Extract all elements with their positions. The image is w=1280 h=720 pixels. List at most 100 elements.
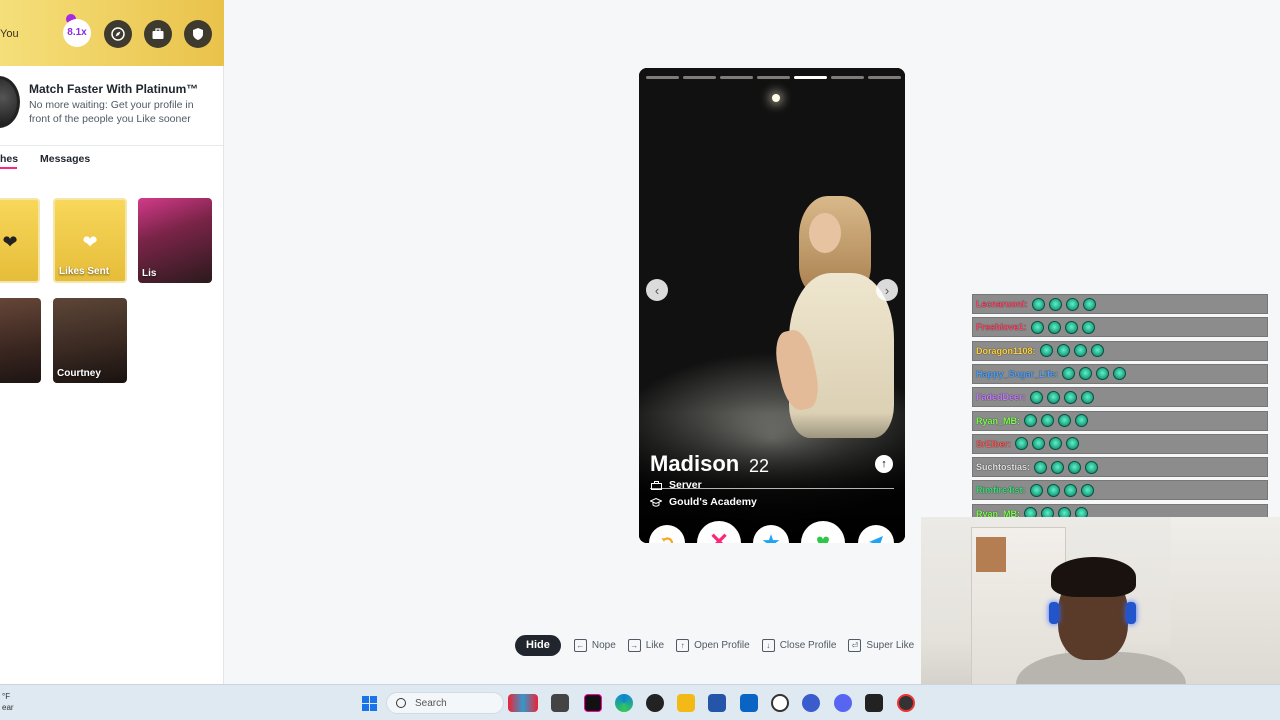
- chat-message: Ryan_MB:: [972, 410, 1268, 431]
- chat-username: Suchtostias:: [976, 462, 1031, 473]
- chat-username: FadedDeer:: [976, 392, 1026, 403]
- star-icon: ★: [762, 532, 780, 544]
- platinum-promo[interactable]: Match Faster With Platinum™ No more wait…: [0, 66, 223, 146]
- windows-taskbar: °F ear Search: [0, 684, 1280, 720]
- chat-username: Rimfire4ist:: [976, 485, 1026, 496]
- chat-message: Rimfire4ist:: [972, 480, 1268, 501]
- safety-button[interactable]: [184, 20, 212, 48]
- emote-icon: [1065, 297, 1079, 311]
- emote-icon: [1046, 390, 1060, 404]
- likes-sent-card[interactable]: ❤ Likes Sent: [53, 198, 127, 283]
- hide-shortcuts-button[interactable]: Hide: [515, 635, 561, 656]
- match-card-elle[interactable]: lle: [0, 298, 41, 383]
- prev-photo-button[interactable]: ‹: [646, 279, 668, 301]
- chat-username: Ryan_MB:: [976, 415, 1021, 426]
- store-icon[interactable]: [708, 694, 726, 712]
- sidebar: You 8.1x Match Faster With Platinum™ No …: [0, 0, 224, 684]
- widget-icon[interactable]: [508, 694, 538, 712]
- emote-icon: [1049, 437, 1063, 451]
- promo-text: No more waiting: Get your profile in fro…: [29, 99, 194, 125]
- emote-icon: [1085, 460, 1099, 474]
- emote-icon: [1046, 483, 1060, 497]
- emote-icon: [1058, 414, 1072, 427]
- chevron-left-icon: ‹: [654, 282, 660, 298]
- shortcut-like: → Like: [627, 639, 664, 652]
- arrow-up-icon: ↑: [881, 458, 887, 470]
- emote-icon: [1015, 437, 1029, 451]
- profile-you-label[interactable]: You: [0, 28, 19, 40]
- tab-matches[interactable]: hes: [0, 153, 18, 165]
- boost-count-badge[interactable]: 8.1x: [63, 19, 91, 47]
- chat-username: SrElber:: [976, 438, 1012, 449]
- weather-widget[interactable]: °F ear: [2, 691, 14, 713]
- file-icon[interactable]: [551, 694, 569, 712]
- chevron-right-icon: ›: [884, 282, 890, 298]
- match-card-courtney[interactable]: Courtney: [53, 298, 127, 383]
- match-card-lis[interactable]: Lis: [138, 198, 212, 283]
- app-icon[interactable]: [865, 694, 883, 712]
- emote-icon: [1039, 344, 1053, 358]
- arrow-down-key-icon: ↓: [761, 639, 775, 652]
- tab-messages[interactable]: Messages: [40, 153, 90, 165]
- shortcut-close-profile: ↓ Close Profile: [761, 639, 836, 652]
- shortcut-nope: ← Nope: [573, 639, 616, 652]
- enter-key-icon: ⏎: [848, 639, 862, 652]
- chat-message: Lecnaruoni:: [972, 294, 1268, 314]
- chat-message: FreshIove1:: [972, 317, 1268, 338]
- photo-indicator[interactable]: [757, 76, 790, 79]
- open-profile-button[interactable]: ↑: [875, 455, 893, 473]
- chat-message: Happy_Sugar_Life:: [972, 363, 1268, 384]
- discord-icon[interactable]: [834, 694, 852, 712]
- next-photo-button[interactable]: ›: [876, 279, 898, 301]
- taskbar-search[interactable]: Search: [386, 692, 504, 714]
- shield-icon: [193, 28, 203, 40]
- profile-school-row: Gould's Academy: [650, 496, 757, 508]
- arrow-right-key-icon: →: [627, 639, 641, 652]
- emote-icon: [1032, 437, 1046, 451]
- explore-button[interactable]: [104, 20, 132, 48]
- shortcut-super-like: ⏎ Super Like: [848, 639, 914, 652]
- work-mode-button[interactable]: [144, 20, 172, 48]
- app-icon[interactable]: [646, 694, 664, 712]
- match-name: Courtney: [57, 368, 101, 379]
- emote-icon: [1066, 437, 1080, 451]
- photo-indicator[interactable]: [868, 76, 901, 79]
- emote-icon: [1031, 297, 1045, 311]
- arrow-left-key-icon: ←: [573, 639, 587, 652]
- outlook-icon[interactable]: [740, 694, 758, 712]
- sidebar-header: You 8.1x: [0, 0, 224, 66]
- chat-message: Doragon1108:: [972, 340, 1268, 361]
- profile-job: Server: [669, 479, 702, 491]
- photo-indicator[interactable]: [720, 76, 753, 79]
- profile-school: Gould's Academy: [669, 496, 757, 508]
- chat-username: Lecnaruoni:: [976, 299, 1028, 309]
- photo-indicator-active[interactable]: [794, 76, 827, 79]
- app-icon[interactable]: [802, 694, 820, 712]
- likes-card[interactable]: ❤ ikes: [0, 198, 40, 283]
- chat-username: Happy_Sugar_Life:: [976, 368, 1059, 379]
- photo-indicator[interactable]: [646, 76, 679, 79]
- active-tab-indicator: [0, 167, 17, 169]
- folder-icon[interactable]: [677, 694, 695, 712]
- photo-indicator[interactable]: [831, 76, 864, 79]
- profile-card[interactable]: ‹ › Madison 22 ↑ Server Gould's Academy …: [639, 68, 905, 543]
- heart-icon: ♥: [815, 529, 831, 544]
- emote-icon: [1068, 460, 1082, 474]
- divider: [650, 488, 894, 489]
- emote-icon: [1030, 320, 1044, 334]
- chat-message: Suchtostias:: [972, 457, 1268, 478]
- start-button[interactable]: [362, 696, 377, 711]
- photo-indicator[interactable]: [683, 76, 716, 79]
- search-icon: [396, 698, 406, 708]
- avatar: [0, 76, 20, 128]
- app-icon[interactable]: [897, 694, 915, 712]
- tiktok-icon[interactable]: [584, 694, 602, 712]
- emote-icon: [1064, 320, 1078, 334]
- edge-icon[interactable]: [615, 694, 633, 712]
- emote-icon: [1063, 390, 1077, 404]
- emote-icon: [1113, 367, 1127, 381]
- chatgpt-icon[interactable]: [771, 694, 789, 712]
- likes-sent-label: Likes Sent: [59, 266, 110, 277]
- profile-age: 22: [749, 456, 770, 476]
- emote-icon: [1029, 390, 1043, 404]
